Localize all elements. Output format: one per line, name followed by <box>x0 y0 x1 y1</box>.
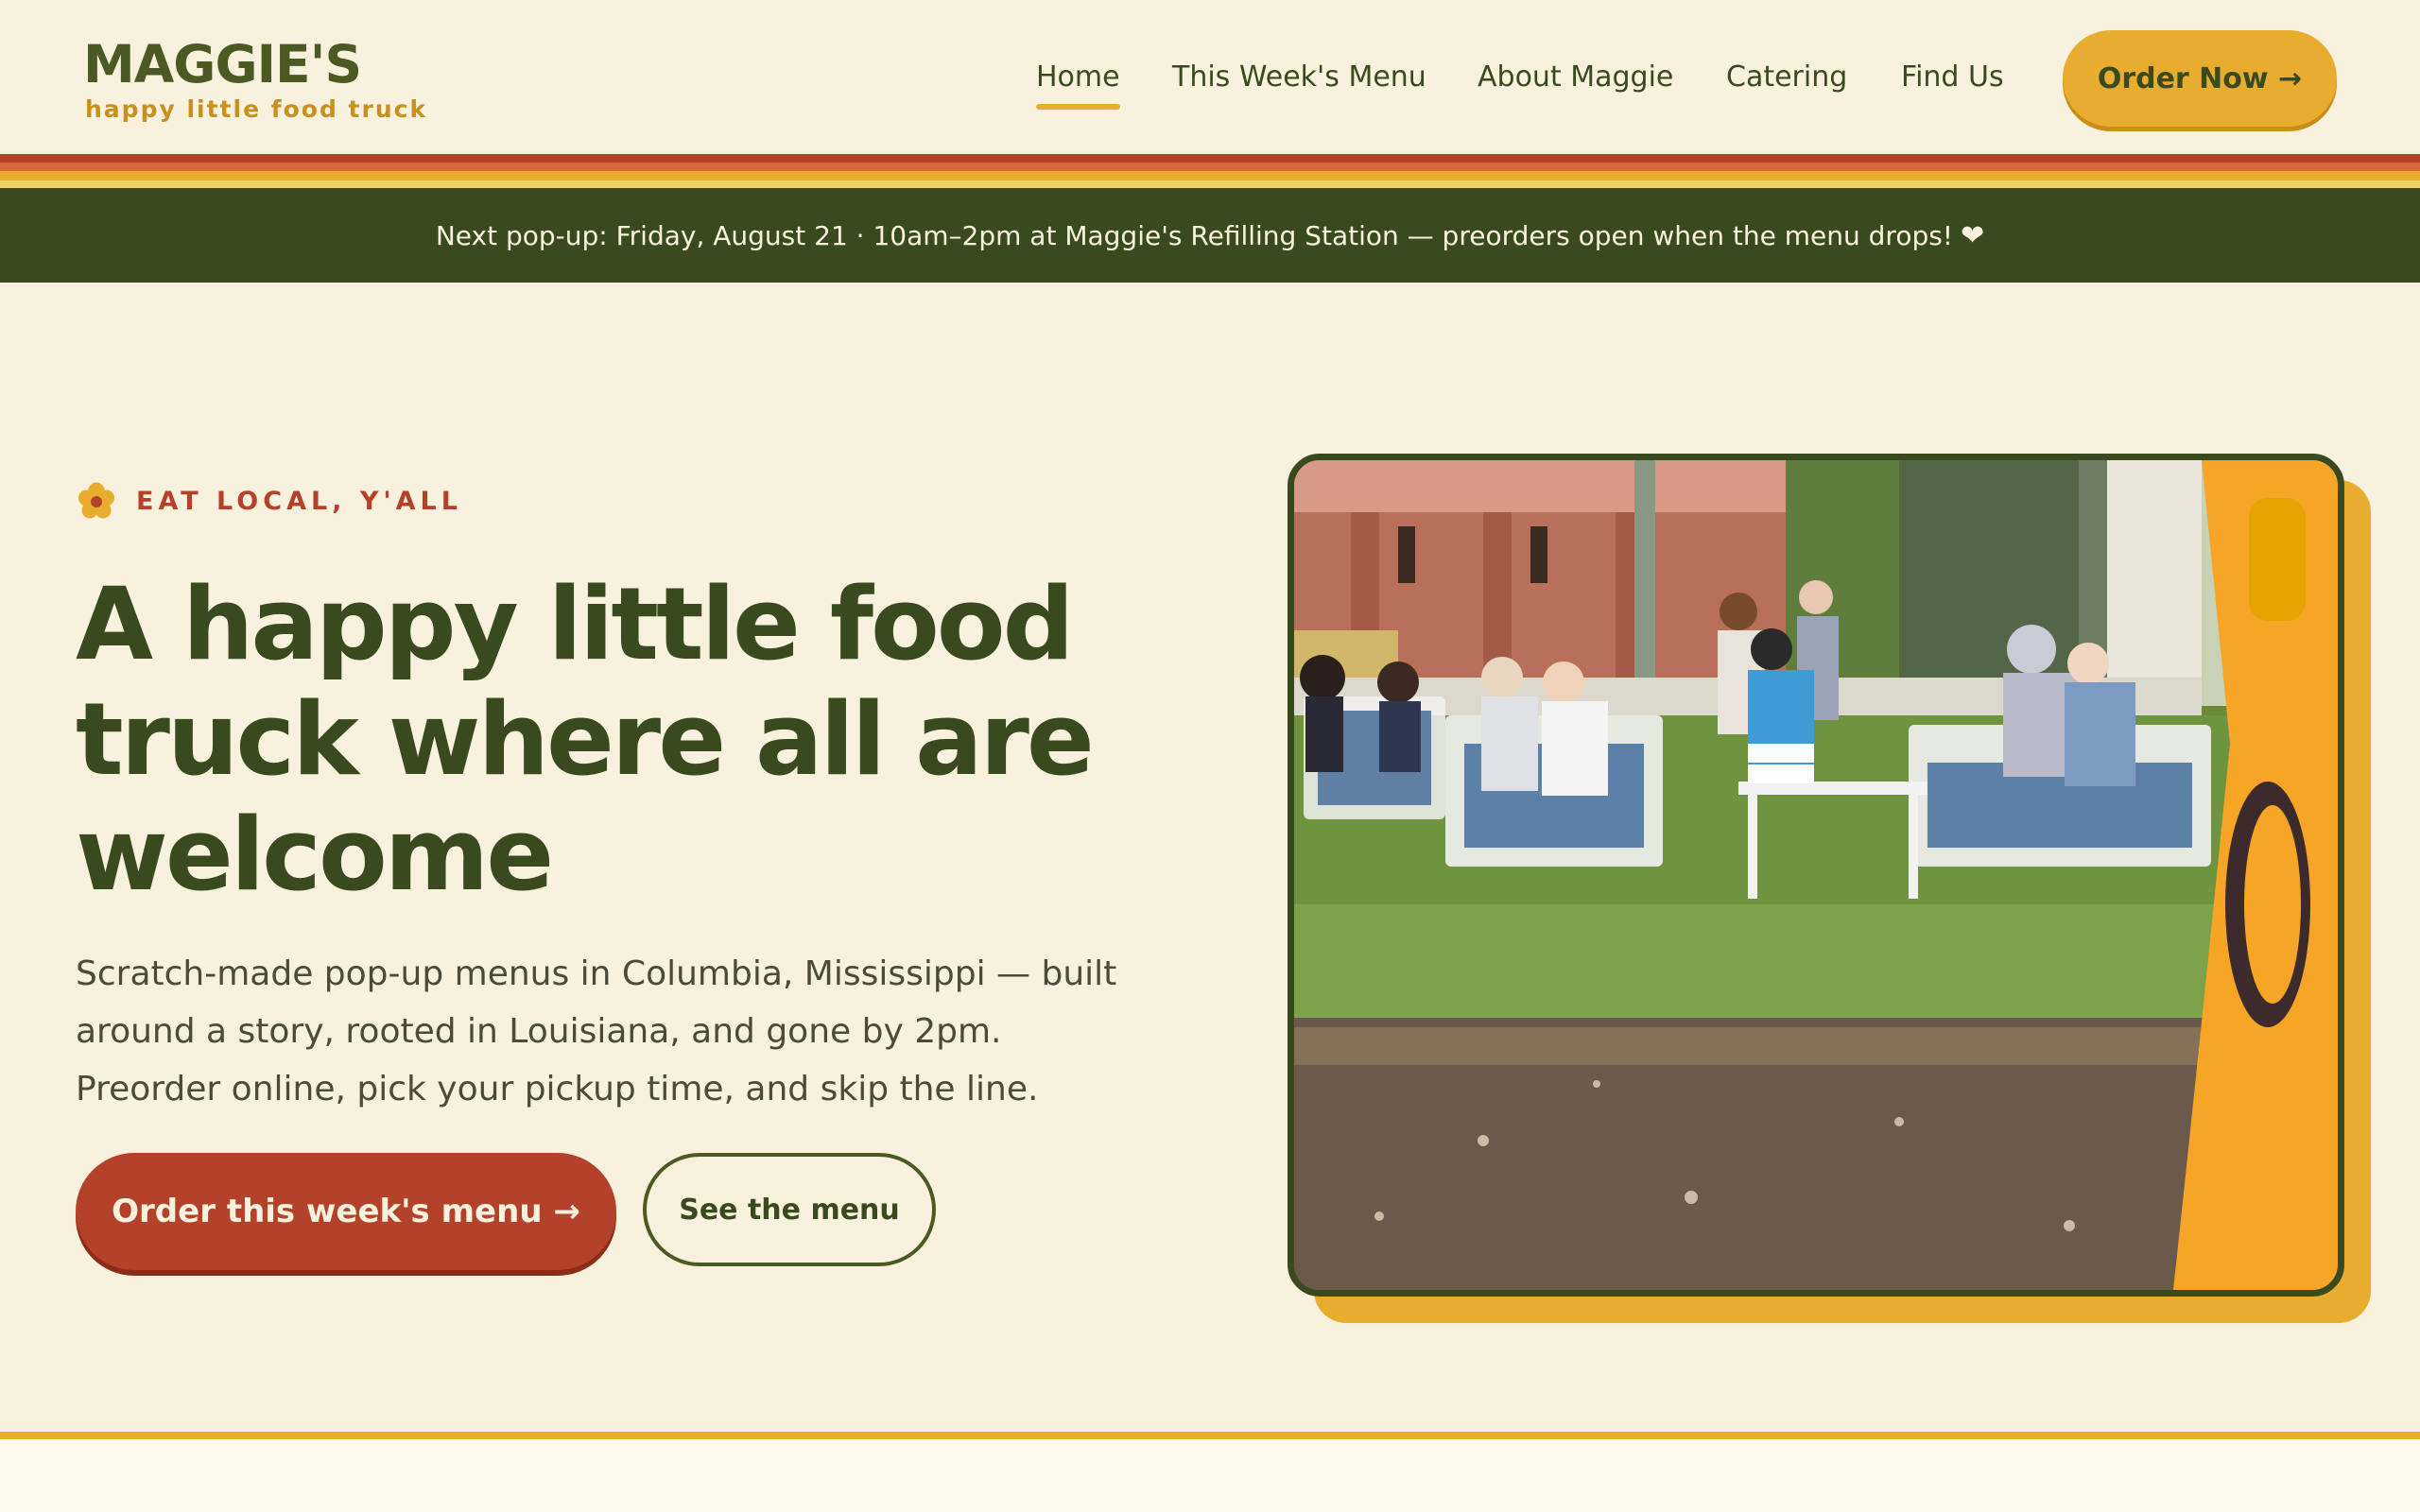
brand-logo[interactable]: MAGGIE'S happy little food truck <box>83 34 427 125</box>
next-section <box>0 1439 2420 1512</box>
nav-item-home[interactable]: Home <box>1036 57 1120 110</box>
hero-photo <box>1288 454 2344 1297</box>
hero-headline: A happy little food truck where all are … <box>76 566 1095 913</box>
announcement-text: Next pop-up: Friday, August 21 · 10am–2p… <box>435 219 1954 251</box>
site-header: MAGGIE'S happy little food truck Home Th… <box>0 0 2420 154</box>
hero-intro: Scratch-made pop-up menus in Columbia, M… <box>76 954 1117 1108</box>
outdoor-seating-photo <box>1294 460 2338 1290</box>
stripe-yellow <box>0 180 2420 188</box>
order-now-button[interactable]: Order Now → <box>2063 30 2337 127</box>
section-divider <box>0 1432 2420 1439</box>
nav-item-this-weeks-menu[interactable]: This Week's Menu <box>1172 57 1426 98</box>
see-menu-button[interactable]: See the menu <box>643 1153 936 1266</box>
stripe-orange <box>0 163 2420 171</box>
heart-icon: ❤ <box>1961 218 1985 252</box>
stripe-mustard <box>0 171 2420 180</box>
nav-item-about-maggie[interactable]: About Maggie <box>1478 57 1673 98</box>
nav-item-catering[interactable]: Catering <box>1726 57 1847 98</box>
order-menu-button[interactable]: Order this week's menu → <box>76 1153 616 1270</box>
hero-eyebrow: EAT LOCAL, Y'ALL <box>76 480 462 522</box>
brand-tagline: happy little food truck <box>85 95 428 123</box>
nav-item-find-us[interactable]: Find Us <box>1901 57 2004 98</box>
eyebrow-text: EAT LOCAL, Y'ALL <box>136 486 462 516</box>
flower-icon <box>78 482 114 519</box>
stripe-red <box>0 154 2420 163</box>
announcement-bar: Next pop-up: Friday, August 21 · 10am–2p… <box>0 188 2420 283</box>
brand-name: MAGGIE'S <box>83 34 362 94</box>
